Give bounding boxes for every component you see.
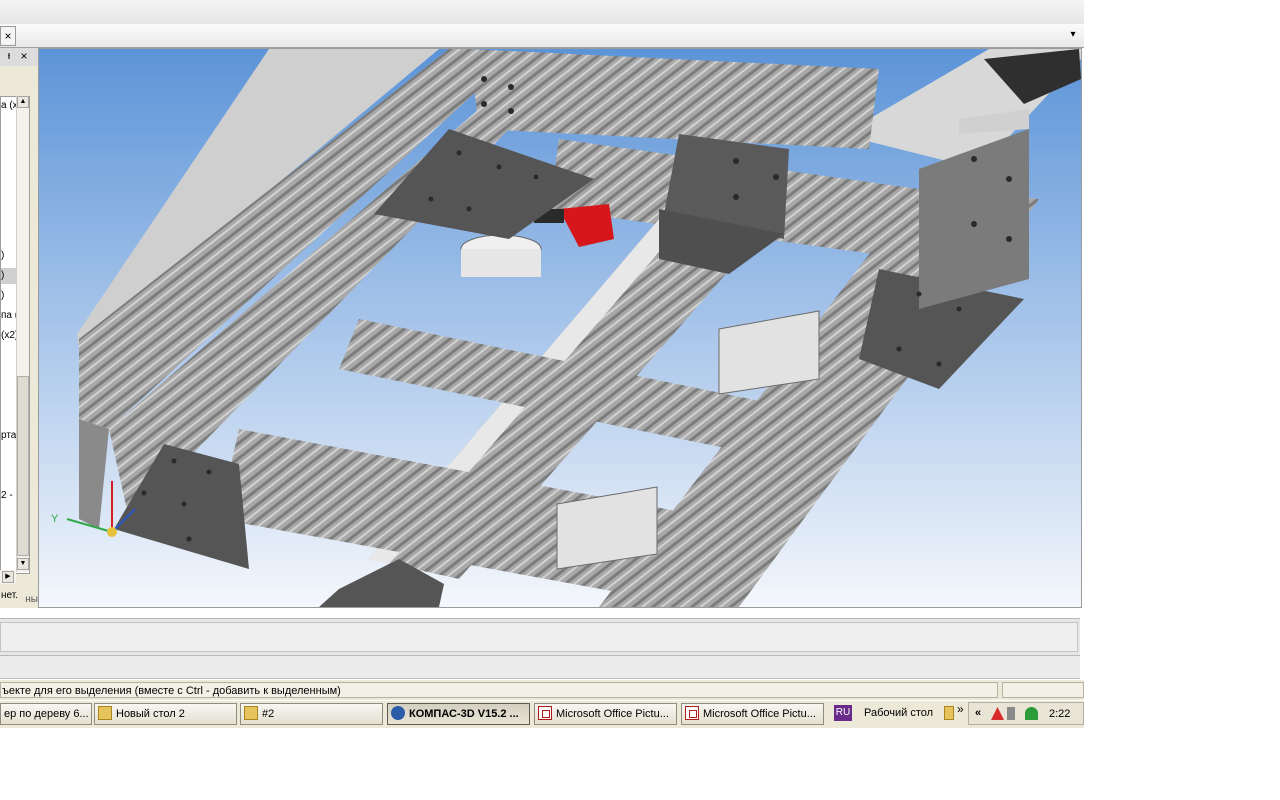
taskbar-button-picture-manager-1[interactable]: Microsoft Office Pictu... <box>534 703 677 725</box>
panel-tab-label[interactable]: ны <box>0 593 38 607</box>
warning-icon[interactable] <box>991 707 1004 720</box>
scroll-up-icon[interactable]: ▲ <box>17 96 29 108</box>
command-toolbar <box>0 618 1080 656</box>
desktop-toolbar-label[interactable]: Рабочий стол <box>864 702 933 724</box>
clock[interactable]: 2:22 <box>1049 706 1070 722</box>
system-tray: « 2:22 <box>968 702 1084 725</box>
axis-origin <box>107 527 117 537</box>
folder-icon <box>244 706 258 720</box>
folder-icon <box>98 706 112 720</box>
toolbar-chevron-button[interactable]: » <box>957 702 964 716</box>
tray-collapse-button[interactable]: « <box>975 705 981 721</box>
close-tab-button[interactable]: × <box>0 26 16 46</box>
taskbar-button-kompas[interactable]: КОМПАС-3D V15.2 ... <box>387 703 530 725</box>
tab-list-dropdown-button[interactable]: ▾ <box>1066 28 1080 42</box>
folder-icon[interactable] <box>944 706 954 720</box>
motor-body <box>461 249 541 277</box>
taskbar-button-picture-manager-2[interactable]: Microsoft Office Pictu... <box>681 703 824 725</box>
picture-manager-icon <box>538 706 552 720</box>
taskbar-button-novyi-stol[interactable]: Новый стол 2 <box>94 703 237 725</box>
volume-icon[interactable] <box>1007 707 1015 720</box>
status-right-field <box>1002 682 1084 698</box>
kompas-icon <box>391 706 405 720</box>
model-tree-panel: ᵻ × а (x... ) ) ) па ( (x2) рта 2 - нет.… <box>0 48 39 608</box>
tree-horizontal-scrollbar[interactable]: ▶ <box>0 570 16 584</box>
scroll-thumb[interactable] <box>17 376 29 556</box>
status-bar: ъекте для его выделения (вместе с Ctrl -… <box>0 680 1084 700</box>
picture-manager-icon <box>685 706 699 720</box>
tree-vertical-scrollbar[interactable]: ▲ ▼ <box>16 96 29 572</box>
3d-model-viewport[interactable]: Y <box>38 48 1082 608</box>
panel-close-button[interactable]: × <box>18 49 30 63</box>
taskbar-button-folder-2[interactable]: #2 <box>240 703 383 725</box>
taskbar-button-tree[interactable]: ер по дереву 6... <box>0 703 92 725</box>
document-tab-bar <box>0 24 1084 48</box>
panel-header: ᵻ × <box>0 48 38 66</box>
window-top-strip <box>0 0 1084 24</box>
status-hint-text: ъекте для его выделения (вместе с Ctrl -… <box>0 682 998 698</box>
pin-icon[interactable]: ᵻ <box>3 49 15 63</box>
secondary-toolbar <box>0 656 1080 679</box>
wifi-icon[interactable] <box>1025 707 1038 720</box>
scroll-down-icon[interactable]: ▼ <box>17 558 29 570</box>
y-axis-label: Y <box>51 513 59 525</box>
language-indicator[interactable]: RU <box>834 705 852 721</box>
scroll-right-icon[interactable]: ▶ <box>2 571 14 583</box>
toolbar-field <box>0 622 1078 652</box>
